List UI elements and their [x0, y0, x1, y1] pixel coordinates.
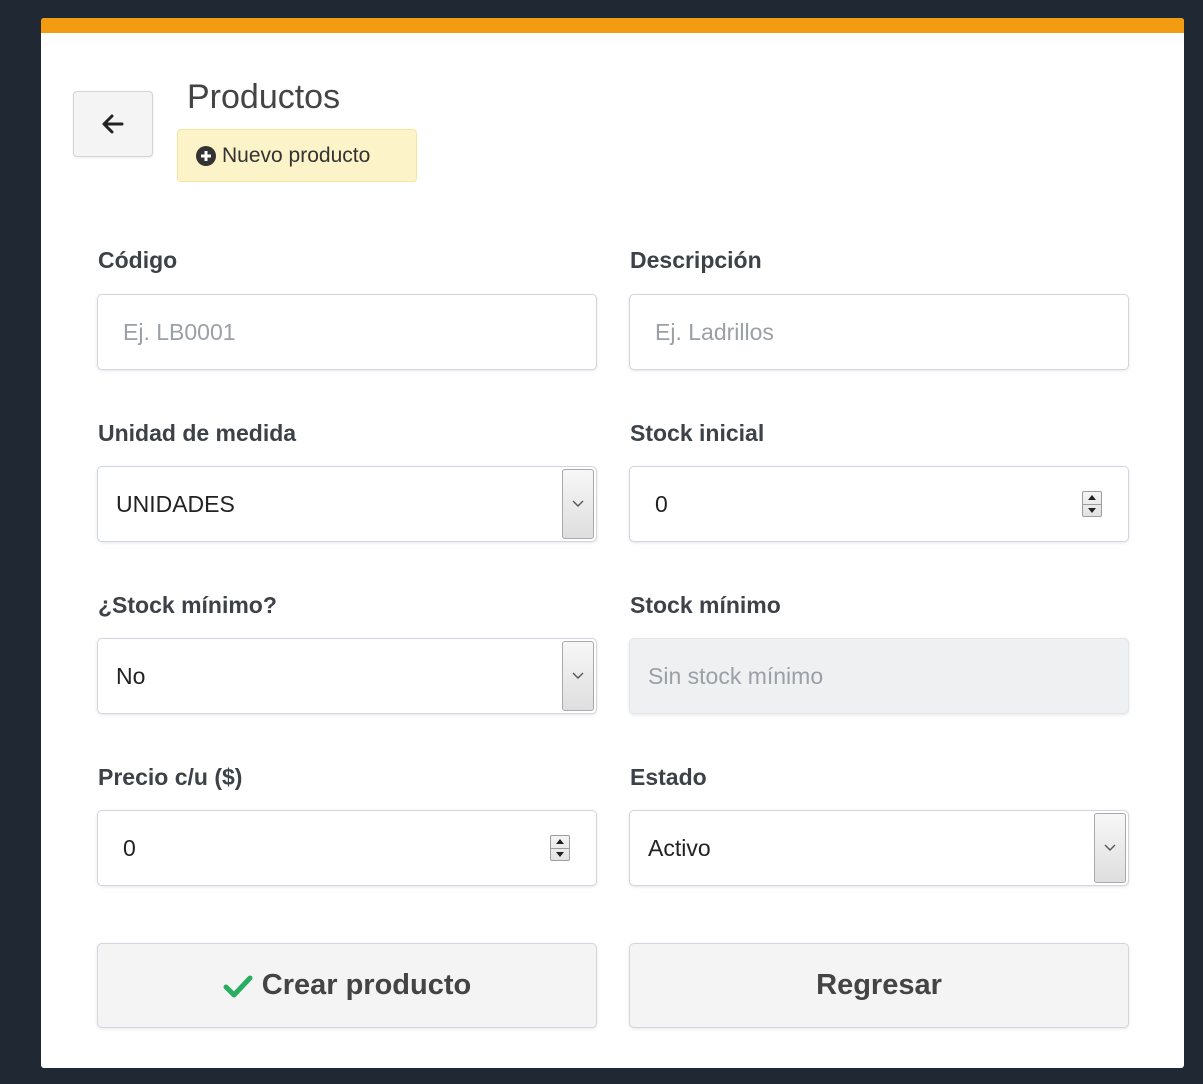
card-accent-bar: [41, 18, 1184, 33]
stock-inicial-stepper[interactable]: [1082, 491, 1102, 517]
plus-circle-icon: [196, 145, 216, 166]
stock-minimo-field: [629, 638, 1129, 714]
chevron-down-icon: [572, 672, 584, 679]
unidad-value: UNIDADES: [116, 490, 235, 517]
back-to-list-label: Regresar: [816, 969, 942, 1001]
stock-minimo-toggle-label: ¿Stock mínimo?: [98, 592, 277, 618]
stock-minimo-toggle-select[interactable]: No: [97, 638, 597, 714]
stepper-down-icon[interactable]: [1083, 503, 1101, 517]
stepper-up-icon[interactable]: [551, 836, 569, 848]
stock-minimo-toggle-dropdown-arrow[interactable]: [562, 641, 594, 711]
create-product-button[interactable]: Crear producto: [97, 943, 597, 1028]
precio-field[interactable]: 0: [97, 810, 597, 886]
codigo-input[interactable]: [98, 295, 596, 369]
stepper-up-icon[interactable]: [1083, 492, 1101, 504]
page-title: Productos: [187, 78, 341, 116]
descripcion-input[interactable]: [630, 295, 1128, 369]
estado-value: Activo: [648, 834, 711, 861]
product-form-card: Productos Nuevo producto Código Descripc…: [41, 18, 1184, 1068]
stock-minimo-toggle-value: No: [116, 662, 146, 689]
precio-stepper[interactable]: [550, 835, 570, 861]
chevron-down-icon: [572, 500, 584, 507]
unidad-select[interactable]: UNIDADES: [97, 466, 597, 542]
unidad-dropdown-arrow[interactable]: [562, 469, 594, 539]
estado-dropdown-arrow[interactable]: [1094, 813, 1126, 883]
estado-select[interactable]: Activo: [629, 810, 1129, 886]
arrow-left-icon: [102, 114, 124, 134]
descripcion-label: Descripción: [630, 247, 762, 273]
check-icon: [223, 975, 253, 997]
stock-inicial-field[interactable]: 0: [629, 466, 1129, 542]
codigo-label: Código: [98, 247, 178, 273]
stock-minimo-input: [630, 639, 1128, 713]
back-button[interactable]: [73, 91, 153, 157]
chevron-down-icon: [1104, 844, 1116, 851]
precio-label: Precio c/u ($): [98, 764, 243, 790]
estado-label: Estado: [630, 764, 707, 790]
codigo-field[interactable]: [97, 294, 597, 370]
back-to-list-button[interactable]: Regresar: [629, 943, 1129, 1028]
unidad-label: Unidad de medida: [98, 420, 297, 446]
create-product-label: Crear producto: [261, 969, 472, 1001]
stepper-down-icon[interactable]: [551, 847, 569, 861]
stock-minimo-label: Stock mínimo: [630, 592, 781, 618]
precio-value: 0: [123, 834, 136, 861]
descripcion-field[interactable]: [629, 294, 1129, 370]
stock-inicial-label: Stock inicial: [630, 420, 765, 446]
stock-inicial-value: 0: [655, 490, 668, 517]
new-product-badge: Nuevo producto: [177, 129, 417, 182]
badge-label: Nuevo producto: [222, 143, 371, 167]
